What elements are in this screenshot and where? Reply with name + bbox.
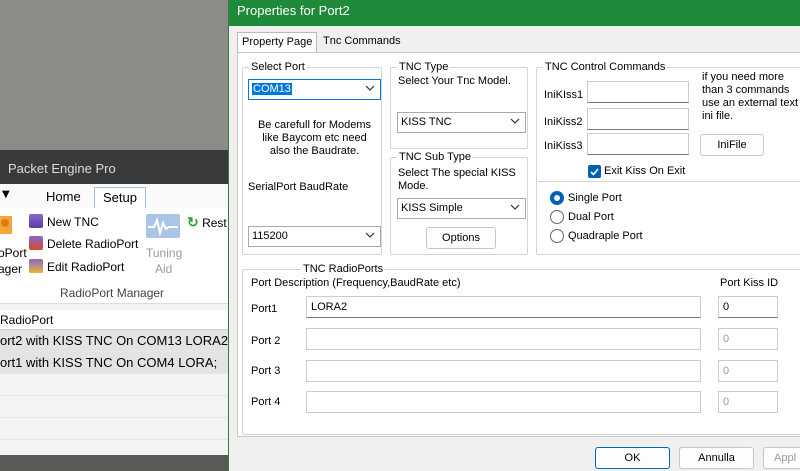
tab-setup[interactable]: Setup [94, 187, 146, 208]
dual-port-radio[interactable] [550, 210, 564, 224]
edit-radioport-label: Edit RadioPort [47, 260, 125, 274]
tnc-control-legend: TNC Control Commands [545, 61, 666, 73]
edit-radioport-button[interactable]: Edit RadioPort [29, 259, 124, 274]
ribbon-group-label: RadioPort Manager [60, 286, 165, 300]
chevron-down-icon [365, 232, 375, 238]
restart-label: Rest [202, 216, 227, 230]
inikiss1-input[interactable] [587, 81, 689, 103]
radioport-manager-label-2[interactable]: ager [0, 262, 22, 276]
baudrate-warning: Be carefull for Modems like Baycom etc n… [257, 119, 372, 157]
dual-port-label[interactable]: Dual Port [568, 211, 614, 223]
desktop-background-bottom [0, 455, 230, 471]
list-item-empty[interactable] [0, 374, 230, 396]
port-select-value: COM13 [252, 83, 292, 95]
tnc-type-legend: TNC Type [399, 61, 449, 73]
cancel-button[interactable]: Annulla [679, 447, 754, 469]
port4-label: Port 4 [251, 396, 281, 408]
new-tnc-icon [29, 214, 43, 228]
tuning-aid-icon[interactable] [146, 214, 180, 241]
new-tnc-label: New TNC [47, 215, 99, 229]
port-kiss-id-header: Port Kiss ID [720, 277, 779, 289]
exit-kiss-checkbox[interactable] [588, 165, 601, 178]
delete-radioport-icon [29, 236, 43, 250]
options-button[interactable]: Options [426, 227, 496, 249]
quadraple-port-radio[interactable] [550, 229, 564, 243]
chevron-down-icon [365, 85, 375, 91]
single-port-radio[interactable] [550, 191, 564, 205]
delete-radioport-button[interactable]: Delete RadioPort [29, 236, 138, 251]
radioport-manager-label-1[interactable]: oPort [0, 246, 27, 260]
port3-label: Port 3 [251, 365, 281, 377]
radioport-manager-icon[interactable] [0, 214, 14, 239]
inikiss3-input[interactable] [587, 133, 689, 155]
inikiss3-label: IniKiss3 [544, 140, 583, 152]
checkmark-icon [590, 168, 599, 176]
tnc-radioports-legend: TNC RadioPorts [303, 263, 384, 275]
list-item[interactable]: ort2 with KISS TNC On COM13 LORA2; [0, 330, 232, 352]
port4-description-input[interactable] [306, 391, 701, 413]
list-item-empty[interactable] [0, 396, 230, 418]
port1-kiss-id-input[interactable]: 0 [718, 296, 778, 318]
tab-tnc-commands[interactable]: Tnc Commands [319, 32, 419, 52]
delete-radioport-label: Delete RadioPort [47, 237, 139, 251]
tnc-type-select[interactable]: KISS TNC [397, 112, 526, 133]
ribbon-menu-bar: ▼ Home Setup [0, 184, 230, 208]
tab-home[interactable]: Home [38, 187, 89, 208]
desktop-background [0, 0, 230, 150]
dialog-footer: OK Annulla Appl [229, 437, 800, 471]
tnc-sub-type-hint: Select The special KISS Mode. [398, 167, 516, 192]
tnc-sub-type-select-value: KISS Simple [401, 202, 463, 214]
tuning-aid-label-2[interactable]: Aid [155, 262, 172, 276]
list-item-empty[interactable] [0, 418, 230, 440]
ribbon-panel: oPort ager New TNC Delete RadioPort Edit… [0, 208, 230, 304]
exit-kiss-label[interactable]: Exit Kiss On Exit [604, 165, 685, 177]
apply-button[interactable]: Appl [763, 447, 800, 469]
packet-engine-window: Packet Engine Pro ▼ Home Setup oPort age… [0, 150, 232, 471]
tnc-type-select-value: KISS TNC [401, 116, 452, 128]
port2-label: Port 2 [251, 335, 281, 347]
single-port-label[interactable]: Single Port [568, 192, 622, 204]
list-item[interactable]: ort1 with KISS TNC On COM4 LORA; [0, 352, 230, 374]
baudrate-select-value: 115200 [252, 230, 288, 242]
tab-property-page[interactable]: Property Page [237, 32, 317, 53]
port3-kiss-id-input[interactable]: 0 [718, 360, 778, 382]
tuning-aid-label-1[interactable]: Tuning [146, 246, 182, 260]
tnc-type-hint: Select Your Tnc Model. [398, 75, 511, 87]
tnc-sub-type-select[interactable]: KISS Simple [397, 198, 526, 219]
port2-description-input[interactable] [306, 328, 701, 350]
tnc-sub-type-legend: TNC Sub Type [399, 151, 471, 163]
port2-kiss-id-input[interactable]: 0 [718, 328, 778, 350]
quadraple-port-label[interactable]: Quadraple Port [568, 230, 643, 242]
inifile-note: if you need more than 3 commands use an … [702, 71, 799, 122]
packet-engine-titlebar: Packet Engine Pro [0, 150, 230, 184]
restart-button[interactable]: ↻ Rest [187, 214, 227, 231]
inikiss2-label: IniKiss2 [544, 116, 583, 128]
properties-dialog: Properties for Port2 Property Page Tnc C… [228, 0, 800, 471]
edit-radioport-icon [29, 259, 43, 273]
port4-kiss-id-input[interactable]: 0 [718, 391, 778, 413]
radioport-list-header[interactable]: RadioPort [0, 310, 230, 330]
property-page-panel: Select Port COM13 Be carefull for Modems… [237, 52, 800, 437]
dialog-title: Properties for Port2 [229, 0, 800, 26]
baudrate-select[interactable]: 115200 [248, 226, 381, 247]
port1-description-input[interactable]: LORA2 [306, 296, 701, 318]
inikiss2-input[interactable] [587, 108, 689, 130]
refresh-icon: ↻ [187, 214, 199, 230]
inifile-button[interactable]: IniFile [700, 134, 764, 156]
baudrate-label: SerialPort BaudRate [248, 181, 349, 193]
port3-description-input[interactable] [306, 360, 701, 382]
inikiss1-label: IniKIss1 [544, 89, 584, 101]
ok-button[interactable]: OK [595, 447, 670, 469]
divider [538, 181, 800, 182]
chevron-down-icon [510, 204, 520, 210]
new-tnc-button[interactable]: New TNC [29, 214, 99, 229]
quick-access-dropdown-icon[interactable]: ▼ [2, 189, 10, 200]
port-select[interactable]: COM13 [248, 79, 381, 100]
port-description-header: Port Description (Frequency,BaudRate etc… [251, 277, 461, 289]
chevron-down-icon [510, 118, 520, 124]
select-port-legend: Select Port [251, 61, 305, 73]
radioport-list: RadioPort ort2 with KISS TNC On COM13 LO… [0, 310, 232, 440]
port1-label: Port1 [251, 303, 278, 315]
